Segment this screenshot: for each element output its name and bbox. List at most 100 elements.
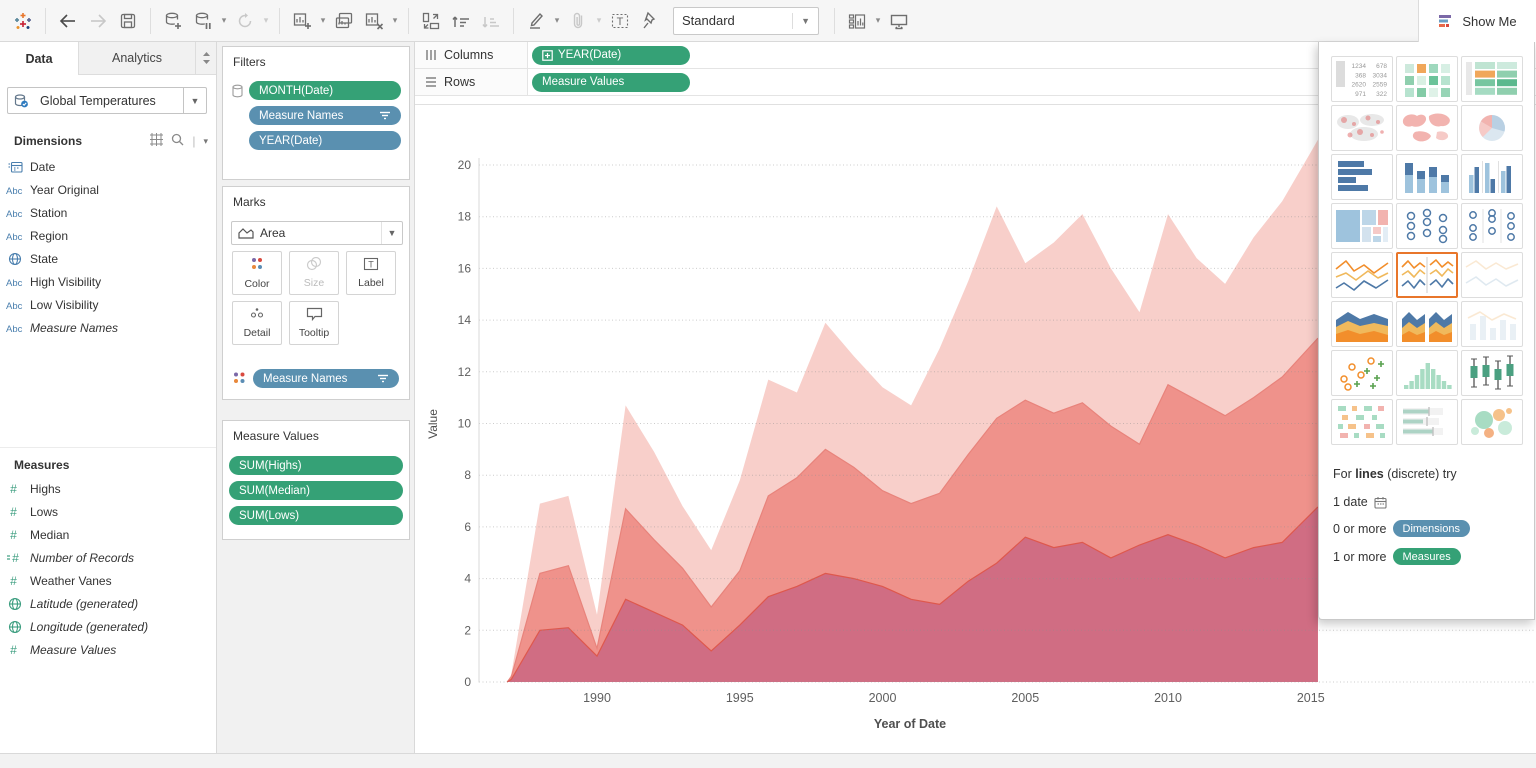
abc-icon: Abc: [0, 230, 30, 242]
measure-field-latitude-generated[interactable]: Latitude (generated): [0, 592, 216, 615]
find-field-icon[interactable]: [171, 133, 184, 149]
dimension-field-state[interactable]: State: [0, 247, 216, 270]
redo-button[interactable]: [83, 0, 113, 42]
group-members-caret[interactable]: ▾: [593, 0, 605, 42]
field-label: Number of Records: [30, 551, 134, 565]
fit-mode-value: Standard: [682, 13, 735, 28]
dimension-field-high-visibility[interactable]: AbcHigh Visibility: [0, 270, 216, 293]
show-me-horizontal-bars[interactable]: [1331, 154, 1393, 200]
show-me-gantt[interactable]: [1331, 399, 1393, 445]
show-me-discrete-area[interactable]: [1396, 301, 1458, 347]
clear-sheet-button[interactable]: [359, 0, 389, 42]
highlight-button[interactable]: [521, 0, 551, 42]
show-hide-cards-caret[interactable]: ▾: [872, 0, 884, 42]
tooltip-button[interactable]: Tooltip: [289, 301, 339, 345]
pill-sum-highs-mv[interactable]: SUM(Highs): [229, 456, 403, 475]
dimensions-menu-caret[interactable]: ▾: [203, 136, 208, 147]
fit-mode-select[interactable]: Standard ▼: [673, 7, 819, 35]
show-me-filled-map[interactable]: [1396, 105, 1458, 151]
show-me-highlight-table[interactable]: [1396, 56, 1458, 102]
show-me-heat-map[interactable]: [1461, 56, 1523, 102]
tableau-logo-icon: [8, 0, 38, 42]
dimensions-list: DateAbcYear OriginalAbcStationAbcRegionS…: [0, 155, 216, 339]
show-me-stacked-bars[interactable]: [1396, 154, 1458, 200]
new-worksheet-button[interactable]: [287, 0, 317, 42]
dimension-field-low-visibility[interactable]: AbcLow Visibility: [0, 293, 216, 316]
datasource-caret[interactable]: ▼: [183, 88, 206, 113]
presentation-mode-button[interactable]: [884, 0, 914, 42]
measure-field-lows[interactable]: #Lows: [0, 500, 216, 523]
expand-icon[interactable]: [542, 50, 553, 61]
size-button[interactable]: Size: [289, 251, 339, 295]
pill-measure-names-filter[interactable]: Measure Names: [249, 106, 401, 125]
duplicate-sheet-button[interactable]: [329, 0, 359, 42]
dimension-field-date[interactable]: Date: [0, 155, 216, 178]
sort-descending-button[interactable]: [476, 0, 506, 42]
pill-year-date-filter[interactable]: YEAR(Date): [249, 131, 401, 150]
pause-auto-updates-button[interactable]: [188, 0, 218, 42]
mark-type-dropdown[interactable]: Area ▼: [231, 221, 403, 245]
dimension-field-station[interactable]: AbcStation: [0, 201, 216, 224]
pill-month-date-filter[interactable]: MONTH(Date): [249, 81, 401, 100]
group-members-button[interactable]: [563, 0, 593, 42]
show-me-circle-views[interactable]: [1396, 203, 1458, 249]
show-mark-labels-button[interactable]: T: [605, 0, 635, 42]
show-me-continuous-lines[interactable]: [1331, 252, 1393, 298]
field-label: Measure Names: [30, 321, 118, 335]
new-datasource-button[interactable]: [158, 0, 188, 42]
field-label: Lows: [30, 505, 58, 519]
tab-analytics[interactable]: Analytics: [78, 42, 195, 75]
measure-field-number-of-records[interactable]: #Number of Records: [0, 546, 216, 569]
measure-field-highs[interactable]: #Highs: [0, 477, 216, 500]
undo-button[interactable]: [53, 0, 83, 42]
show-me-dual-combination[interactable]: [1461, 301, 1523, 347]
pill-sum-median-mv[interactable]: SUM(Median): [229, 481, 403, 500]
measure-field-weather-vanes[interactable]: #Weather Vanes: [0, 569, 216, 592]
show-me-pie-chart[interactable]: [1461, 105, 1523, 151]
dimension-field-measure-names[interactable]: AbcMeasure Names: [0, 316, 216, 339]
tab-data[interactable]: Data: [0, 42, 78, 75]
highlight-caret[interactable]: ▾: [551, 0, 563, 42]
show-hide-cards-button[interactable]: [842, 0, 872, 42]
pill-measure-values-rows[interactable]: Measure Values: [532, 73, 690, 92]
pill-year-date-columns[interactable]: YEAR(Date): [532, 46, 690, 65]
show-me-discrete-lines[interactable]: [1396, 252, 1458, 298]
run-update-button[interactable]: [230, 0, 260, 42]
show-me-packed-bubbles[interactable]: [1461, 399, 1523, 445]
color-button[interactable]: Color: [232, 251, 282, 295]
show-me-box-and-whisker[interactable]: [1461, 350, 1523, 396]
datasource-selector[interactable]: Global Temperatures ▼: [7, 87, 207, 114]
show-me-scatter-plot[interactable]: [1331, 350, 1393, 396]
show-me-bullet-graph[interactable]: [1396, 399, 1458, 445]
show-me-dual-lines[interactable]: [1461, 252, 1523, 298]
run-update-caret[interactable]: ▾: [260, 0, 272, 42]
show-me-treemap[interactable]: [1331, 203, 1393, 249]
clear-sheet-caret[interactable]: ▾: [389, 0, 401, 42]
show-me-button[interactable]: Show Me: [1418, 0, 1536, 42]
measure-field-measure-values[interactable]: #Measure Values: [0, 638, 216, 661]
tableau-window: ▾ ▾ ▾ ▾ ▾ ▾: [0, 0, 1536, 768]
dimension-field-region[interactable]: AbcRegion: [0, 224, 216, 247]
measure-field-longitude-generated[interactable]: Longitude (generated): [0, 615, 216, 638]
show-me-text-table[interactable]: 1234678368303426202559971322: [1331, 56, 1393, 102]
show-me-continuous-area[interactable]: [1331, 301, 1393, 347]
dimension-field-year-original[interactable]: AbcYear Original: [0, 178, 216, 201]
detail-button[interactable]: Detail: [232, 301, 282, 345]
show-me-side-by-side-bars[interactable]: [1461, 154, 1523, 200]
label-button[interactable]: TLabel: [346, 251, 396, 295]
pane-collapse-icon[interactable]: [195, 42, 216, 75]
pill-measure-names-marks[interactable]: Measure Names: [253, 369, 399, 388]
swap-rows-columns-button[interactable]: [416, 0, 446, 42]
pill-sum-lows-mv[interactable]: SUM(Lows): [229, 506, 403, 525]
show-me-symbol-map[interactable]: [1331, 105, 1393, 151]
new-worksheet-caret[interactable]: ▾: [317, 0, 329, 42]
save-button[interactable]: [113, 0, 143, 42]
show-me-side-by-side-circles[interactable]: [1461, 203, 1523, 249]
show-me-histogram[interactable]: [1396, 350, 1458, 396]
rows-icon: [425, 76, 437, 88]
sort-ascending-button[interactable]: [446, 0, 476, 42]
pause-auto-updates-caret[interactable]: ▾: [218, 0, 230, 42]
view-data-grid-icon[interactable]: [150, 133, 163, 149]
measure-field-median[interactable]: #Median: [0, 523, 216, 546]
fix-axes-pin-button[interactable]: [635, 0, 665, 42]
